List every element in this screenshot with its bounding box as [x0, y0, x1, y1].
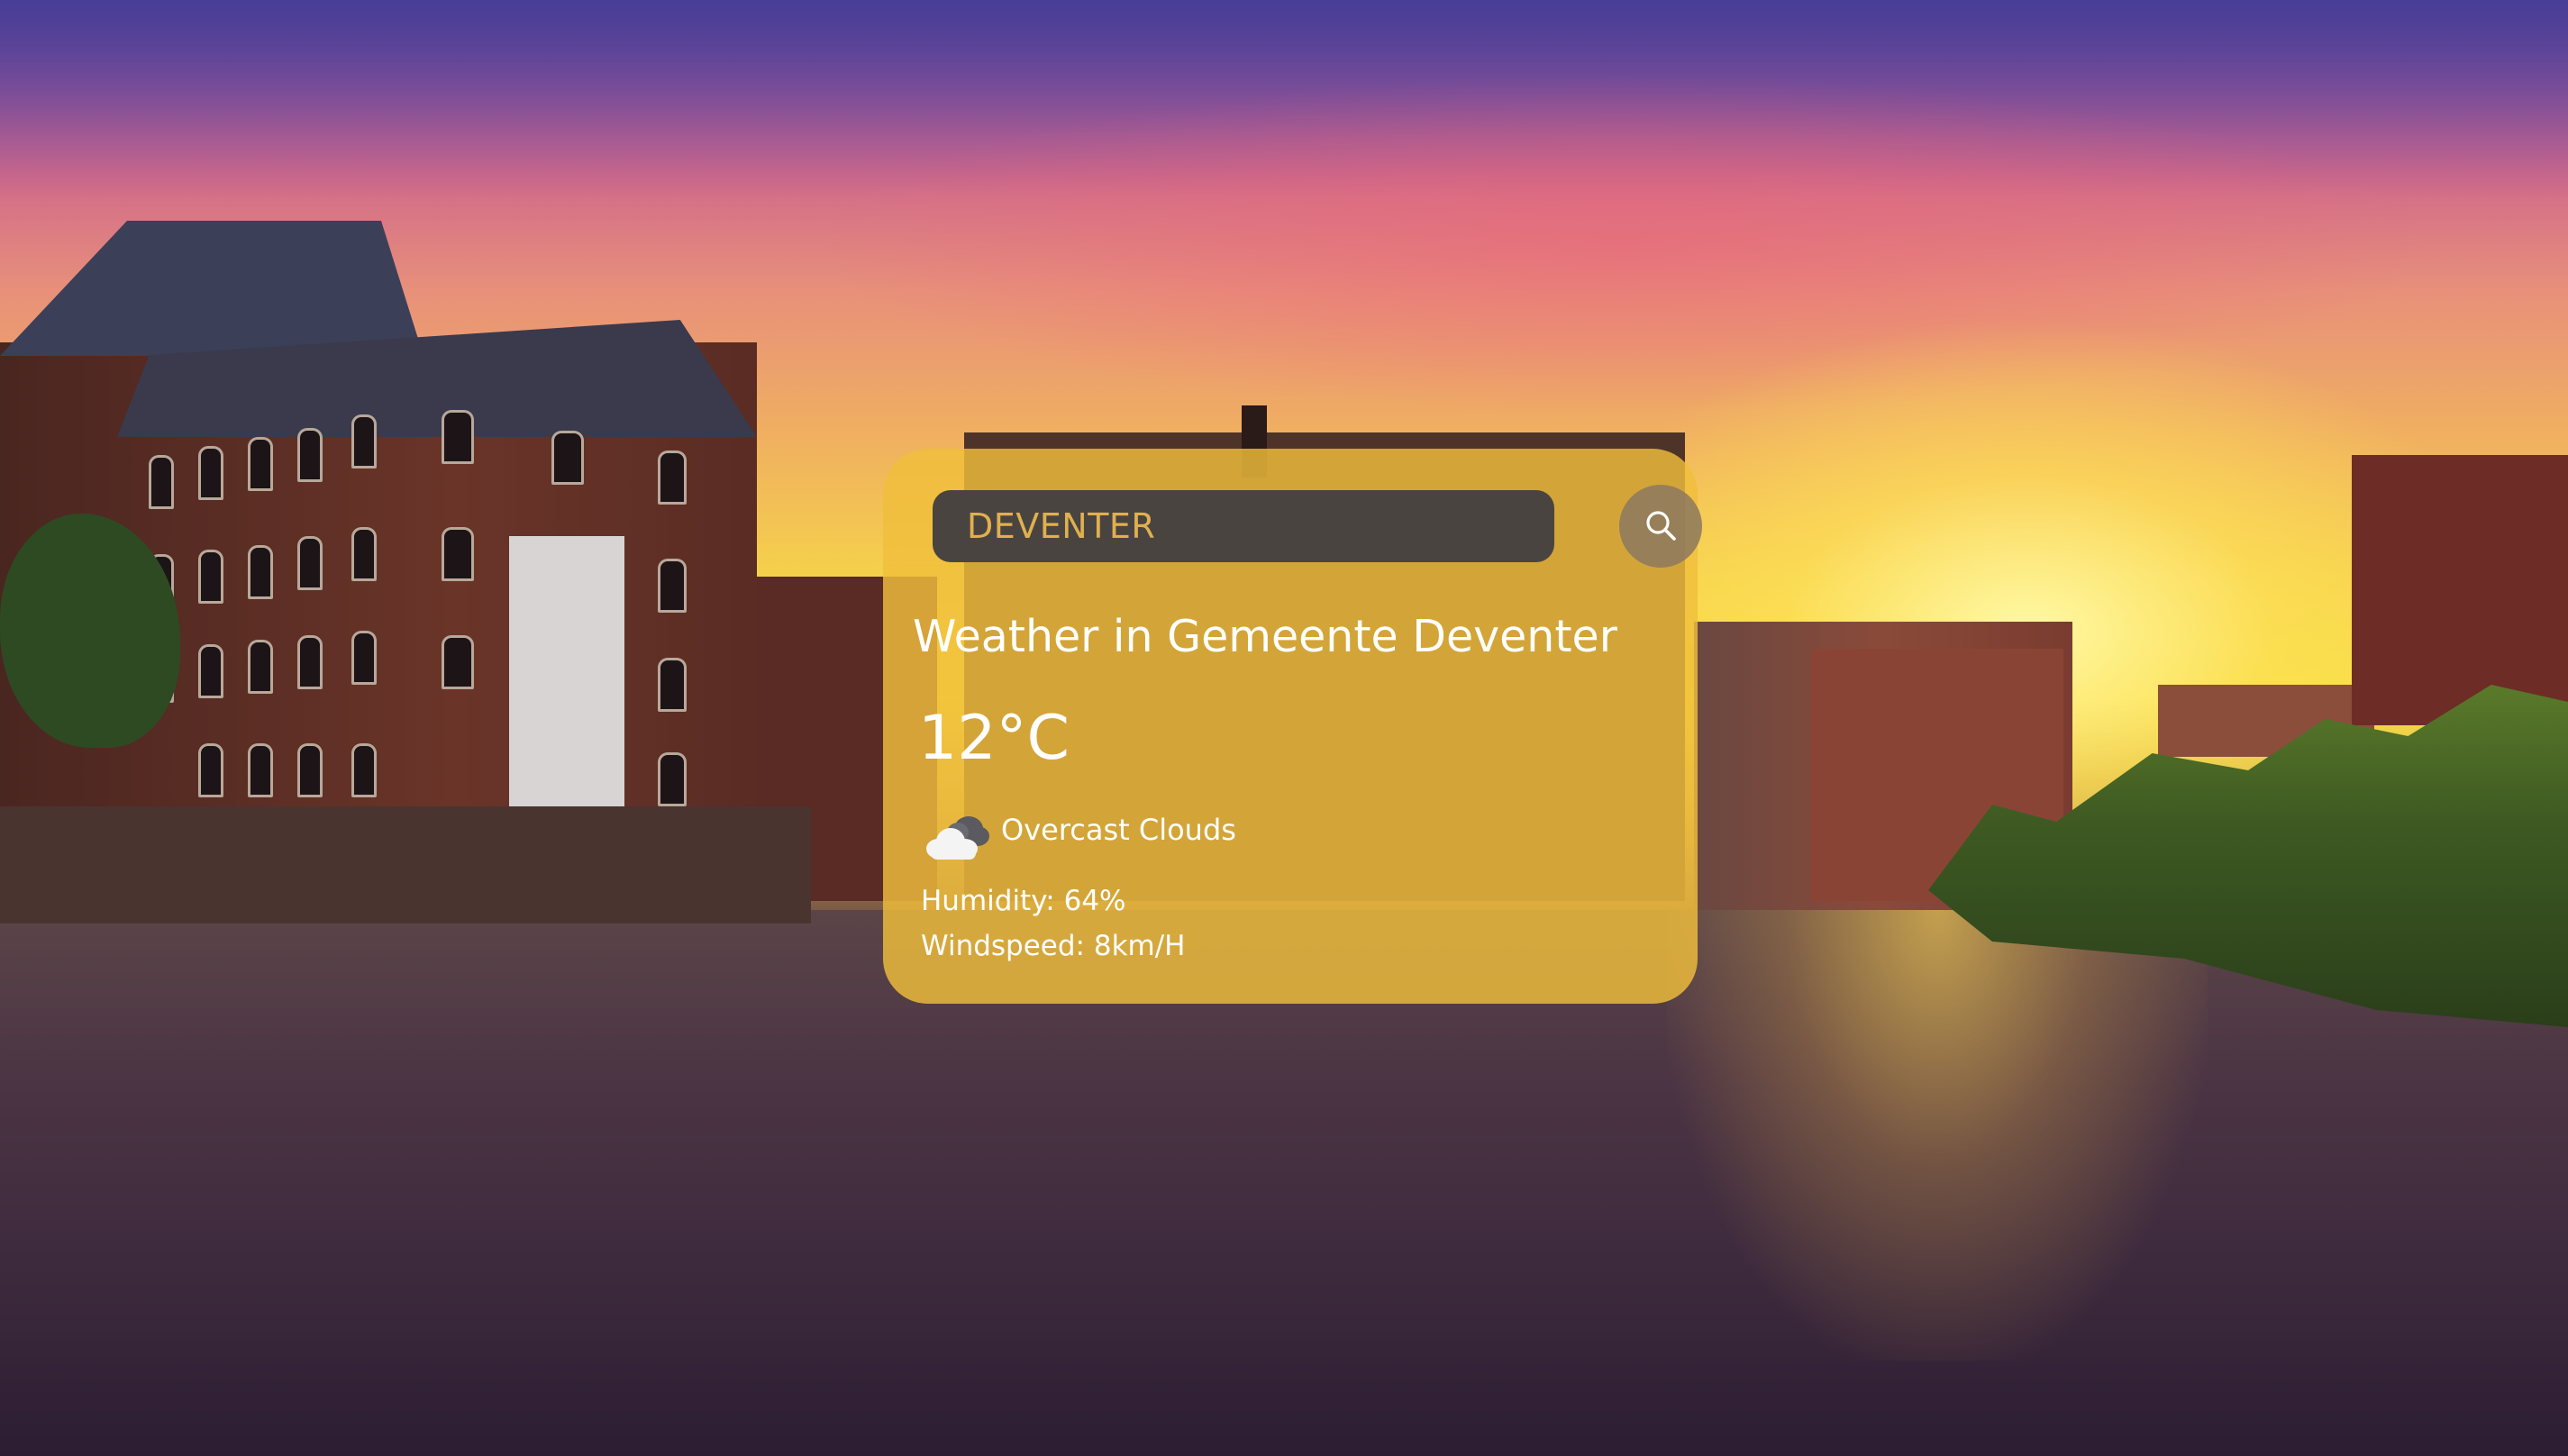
- overcast-clouds-icon: [926, 816, 989, 860]
- warehouse-window: [351, 527, 377, 581]
- warehouse-window: [297, 536, 323, 590]
- warehouse-window: [248, 743, 273, 797]
- warehouse-window: [658, 658, 687, 712]
- warehouse-window: [658, 752, 687, 806]
- warehouse-window: [198, 644, 223, 698]
- warehouse-window: [198, 550, 223, 604]
- warehouse-window: [658, 450, 687, 505]
- warehouse-window: [149, 455, 174, 509]
- warehouse-window: [297, 743, 323, 797]
- warehouse-window: [198, 446, 223, 500]
- temperature: 12°C: [918, 703, 1070, 774]
- warehouse-window: [198, 743, 223, 797]
- search-icon: [1646, 511, 1676, 541]
- search-bar: [933, 485, 1702, 576]
- background-building-far-right: [2352, 455, 2568, 725]
- warehouse-window: [248, 640, 273, 694]
- warehouse-window: [658, 559, 687, 613]
- warehouse-window: [248, 545, 273, 599]
- warehouse-window: [248, 437, 273, 491]
- quay-wall: [0, 806, 811, 924]
- windspeed-text: Windspeed: 8km/H: [921, 930, 1186, 962]
- warehouse-window: [297, 635, 323, 689]
- warehouse-window: [551, 431, 584, 485]
- warehouse-window: [351, 414, 377, 469]
- warehouse-window: [442, 410, 474, 464]
- warehouse-window: [297, 428, 323, 482]
- search-button[interactable]: [1619, 485, 1702, 568]
- warehouse-window: [351, 631, 377, 685]
- warehouse-window: [351, 743, 377, 797]
- warehouse-window: [442, 527, 474, 581]
- description-text: Overcast Clouds: [1001, 813, 1236, 847]
- city-title: Weather in Gemeente Deventer: [913, 611, 1617, 662]
- humidity-text: Humidity: 64%: [921, 885, 1126, 917]
- water-reflection: [1667, 910, 2208, 1360]
- warehouse-roof: [0, 221, 423, 356]
- search-input[interactable]: [933, 490, 1554, 562]
- weather-card: Weather in Gemeente Deventer 12°C Overca…: [883, 449, 1702, 1004]
- warehouse-white-wall: [509, 536, 624, 820]
- warehouse-window: [442, 635, 474, 689]
